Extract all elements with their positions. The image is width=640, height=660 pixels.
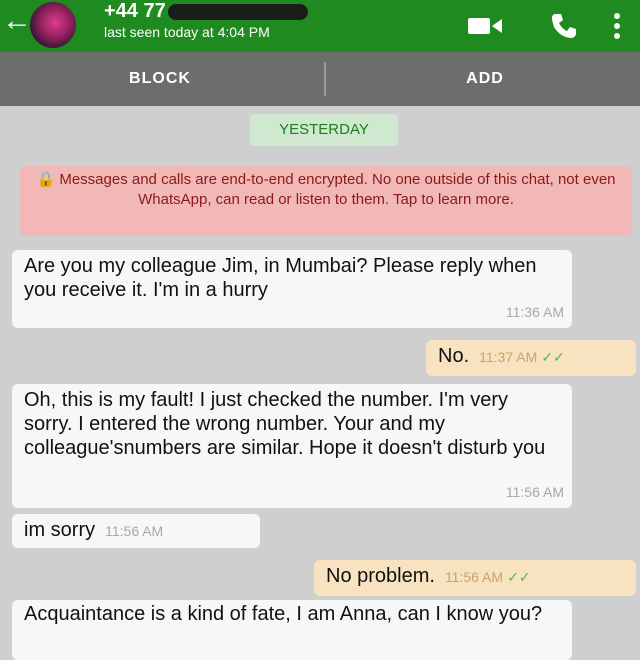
voice-call-icon[interactable] [548, 10, 580, 47]
message-bubble-outgoing[interactable]: No problem. 11:56 AM ✓✓ [314, 560, 636, 596]
message-text: im sorry [24, 519, 96, 541]
message-bubble-incoming[interactable]: Oh, this is my fault! I just checked the… [12, 384, 572, 508]
message-text: Oh, this is my fault! I just checked the… [24, 389, 546, 459]
block-button[interactable]: BLOCK [0, 52, 320, 106]
message-text: Acquaintance is a kind of fate, I am Ann… [24, 603, 543, 625]
back-arrow-icon[interactable]: ← [2, 6, 32, 36]
last-seen-status: last seen today at 4:04 PM [104, 24, 270, 40]
message-text: No problem. [326, 565, 435, 587]
message-time: 11:56 AM [444, 569, 504, 585]
message-bubble-incoming[interactable]: Are you my colleague Jim, in Mumbai? Ple… [12, 250, 572, 328]
read-ticks-icon: ✓✓ [507, 569, 531, 585]
contact-phone-number[interactable]: +44 77 [104, 0, 308, 23]
message-bubble-outgoing[interactable]: No. 11:37 AM ✓✓ [426, 340, 636, 376]
contact-phone-prefix: +44 77 [104, 0, 166, 22]
message-bubble-incoming[interactable]: im sorry 11:56 AM [12, 514, 260, 548]
message-time: 11:56 AM [105, 523, 164, 539]
video-call-icon[interactable] [466, 14, 504, 43]
message-bubble-incoming[interactable]: Acquaintance is a kind of fate, I am Ann… [12, 600, 572, 660]
encryption-notice[interactable]: 🔒 Messages and calls are end-to-end encr… [20, 166, 632, 236]
message-time: 11:36 AM [505, 304, 564, 320]
message-time: 11:56 AM [505, 484, 564, 500]
more-options-icon[interactable] [612, 12, 622, 45]
phone-redaction [167, 3, 308, 20]
date-separator: YESTERDAY [250, 114, 398, 146]
unknown-contact-actions: BLOCK ADD [0, 52, 640, 106]
message-text: No. [438, 345, 470, 367]
encryption-notice-text: Messages and calls are end-to-end encryp… [59, 171, 616, 208]
chat-header: ← +44 77 last seen today at 4:04 PM [0, 0, 640, 52]
add-contact-button[interactable]: ADD [330, 52, 640, 106]
message-text: Are you my colleague Jim, in Mumbai? Ple… [24, 255, 537, 301]
message-time: 11:37 AM [479, 349, 538, 365]
lock-icon: 🔒 [36, 171, 56, 188]
action-divider [324, 62, 326, 96]
avatar[interactable] [30, 2, 76, 48]
read-ticks-icon: ✓✓ [541, 349, 565, 365]
